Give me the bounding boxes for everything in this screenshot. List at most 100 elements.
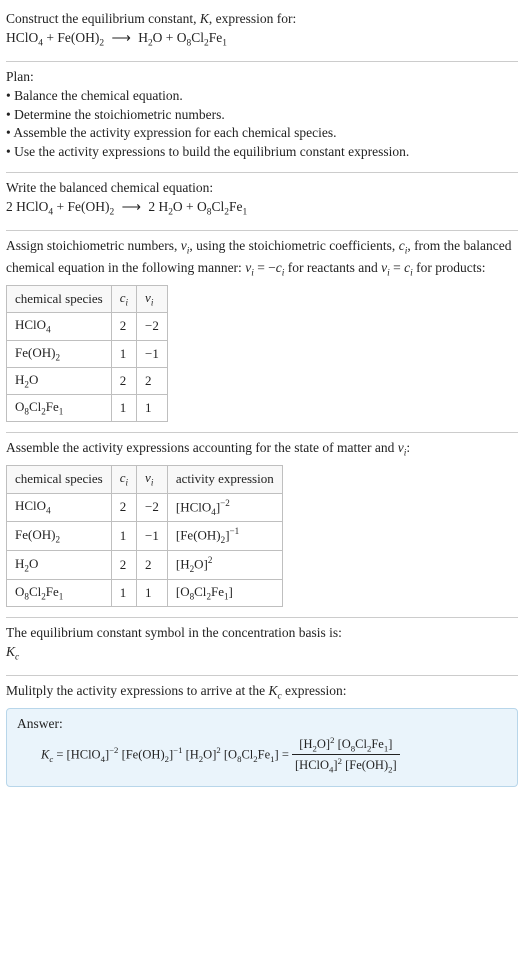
species: O <box>29 372 38 387</box>
expr: [Fe(OH) <box>342 759 388 773</box>
sup: −1 <box>230 526 240 536</box>
section-intro: Construct the equilibrium constant, K, e… <box>6 4 518 62</box>
sub: 1 <box>242 208 247 218</box>
text: = <box>53 747 66 761</box>
expr: [O <box>334 737 350 751</box>
species: H <box>138 30 148 45</box>
expr: O] <box>194 556 208 571</box>
cell: O8Cl2Fe1 <box>7 579 112 606</box>
sub: 1 <box>59 591 64 601</box>
cell: −2 <box>137 313 168 340</box>
sub: i <box>151 478 154 488</box>
cell: 1 <box>111 579 136 606</box>
expr: [H <box>182 747 198 761</box>
species: O <box>173 199 183 214</box>
cell: −1 <box>137 340 168 367</box>
table-row: O8Cl2Fe1 1 1 [O8Cl2Fe1] <box>7 579 283 606</box>
species: Fe(OH) <box>15 345 55 360</box>
table-row: chemical species ci νi <box>7 285 168 312</box>
text: , using the stoichiometric coefficients, <box>189 238 398 253</box>
plus: + <box>183 199 197 214</box>
expr: [H <box>176 556 190 571</box>
species: O <box>29 556 38 571</box>
denominator: [HClO4]2 [Fe(OH)2] <box>292 754 400 776</box>
cell: 2 <box>137 367 168 394</box>
var-K: K <box>6 644 15 659</box>
coef: 2 <box>148 199 158 214</box>
species: Fe <box>46 399 59 414</box>
col-species: chemical species <box>7 285 112 312</box>
section-plan: Plan: • Balance the chemical equation. •… <box>6 62 518 173</box>
expr: [O <box>221 747 237 761</box>
intro-line1: Construct the equilibrium constant, K, e… <box>6 10 518 29</box>
cell: O8Cl2Fe1 <box>7 395 112 422</box>
sub: 2 <box>55 352 60 362</box>
sub: 4 <box>46 506 51 516</box>
species: O <box>153 30 163 45</box>
cell: H2O <box>7 551 112 580</box>
table-row: chemical species ci νi activity expressi… <box>7 466 283 493</box>
section-activity: Assemble the activity expressions accoun… <box>6 433 518 617</box>
table-row: HClO4 2 −2 [HClO4]−2 <box>7 493 283 522</box>
sup: −2 <box>220 498 230 508</box>
kc-symbol-heading: The equilibrium constant symbol in the c… <box>6 624 518 643</box>
balanced-equation: 2 HClO4 + Fe(OH)2 ⟶ 2 H2O + O8Cl2Fe1 <box>6 198 518 220</box>
cell: Fe(OH)2 <box>7 522 112 551</box>
cell: 2 <box>111 313 136 340</box>
cell: 2 <box>111 493 136 522</box>
expr: Cl <box>241 747 253 761</box>
expr: Cl <box>355 737 367 751</box>
numerator: [H2O]2 [O8Cl2Fe1] <box>292 734 400 755</box>
species: Fe(OH) <box>67 199 109 214</box>
cell: 2 <box>137 551 168 580</box>
expr: [H <box>299 737 312 751</box>
plan-item: • Assemble the activity expression for e… <box>6 124 518 143</box>
plan-item: • Balance the chemical equation. <box>6 87 518 106</box>
species: Fe(OH) <box>57 30 99 45</box>
var-K: K <box>200 11 209 26</box>
text: = − <box>254 260 276 275</box>
text: = <box>282 747 292 761</box>
species: O <box>177 30 187 45</box>
col-nui: νi <box>137 285 168 312</box>
expr: [HClO <box>67 747 101 761</box>
expr: ] <box>388 737 392 751</box>
expr: [HClO <box>295 759 329 773</box>
section-final: Mulitply the activity expressions to arr… <box>6 676 518 798</box>
expr: ] <box>275 747 282 761</box>
expr: [O <box>176 584 190 599</box>
plan-list: • Balance the chemical equation. • Deter… <box>6 87 518 163</box>
cell: 2 <box>111 551 136 580</box>
species: HClO <box>15 498 46 513</box>
cell: Fe(OH)2 <box>7 340 112 367</box>
answer-label: Answer: <box>17 715 507 734</box>
expr: [Fe(OH) <box>176 528 221 543</box>
species: Fe <box>46 584 59 599</box>
stoich-heading: Assign stoichiometric numbers, νi, using… <box>6 237 518 281</box>
expr: Cl <box>194 584 206 599</box>
cell: H2O <box>7 367 112 394</box>
activity-heading: Assemble the activity expressions accoun… <box>6 439 518 461</box>
activity-table: chemical species ci νi activity expressi… <box>6 465 283 607</box>
intro-equation: HClO4 + Fe(OH)2 ⟶ H2O + O8Cl2Fe1 <box>6 29 518 51</box>
species: Cl <box>212 199 225 214</box>
expr: ] <box>229 584 233 599</box>
text: = <box>390 260 404 275</box>
stoich-table: chemical species ci νi HClO4 2 −2 Fe(OH)… <box>6 285 168 423</box>
cell: [Fe(OH)2]−1 <box>167 522 282 551</box>
species: Fe(OH) <box>15 527 55 542</box>
species: O <box>15 584 24 599</box>
expr: O] <box>317 737 330 751</box>
cell: [HClO4]−2 <box>167 493 282 522</box>
cell: 1 <box>111 522 136 551</box>
plan-heading: Plan: <box>6 68 518 87</box>
sub: i <box>151 298 154 308</box>
sub: 2 <box>99 39 104 49</box>
species: Fe <box>209 30 223 45</box>
species: O <box>15 399 24 414</box>
table-row: H2O 2 2 <box>7 367 168 394</box>
species: HClO <box>16 199 48 214</box>
table-row: Fe(OH)2 1 −1 [Fe(OH)2]−1 <box>7 522 283 551</box>
final-heading: Mulitply the activity expressions to arr… <box>6 682 518 704</box>
plan-item: • Use the activity expressions to build … <box>6 143 518 162</box>
